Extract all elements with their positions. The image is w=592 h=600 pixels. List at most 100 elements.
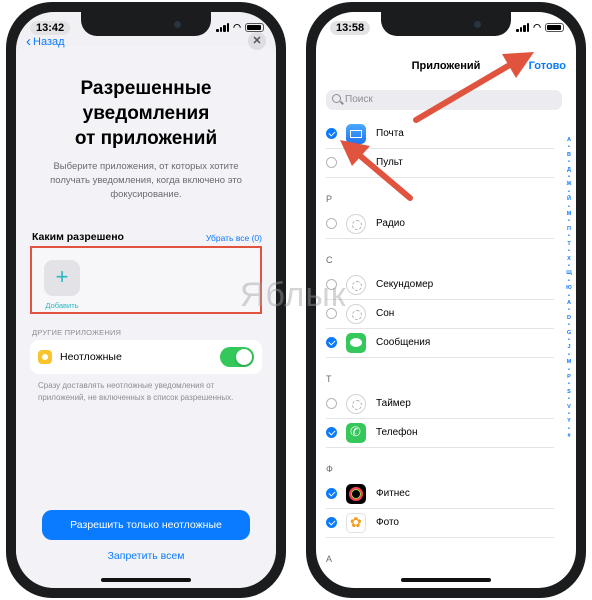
index-letter[interactable]: • <box>565 218 573 225</box>
index-letter[interactable]: Ж <box>565 181 573 188</box>
section-header-label: С <box>326 255 333 265</box>
section-header: Ф <box>326 448 576 480</box>
photos-icon <box>346 513 366 533</box>
index-letter[interactable]: • <box>565 411 573 418</box>
focus-settings-screen: 13:42 ◠ ‹ Назад ✕ Разрешенные уведомлени… <box>16 12 276 588</box>
index-letter[interactable]: Y <box>565 418 573 425</box>
app-row[interactable]: Сообщения <box>326 329 554 358</box>
select-checkbox[interactable] <box>326 337 337 348</box>
status-time: 13:42 <box>30 21 71 35</box>
index-letter[interactable]: П <box>565 226 573 233</box>
app-row[interactable]: Секундомер <box>326 271 554 300</box>
search-placeholder: Поиск <box>345 94 373 105</box>
index-letter[interactable]: B <box>565 152 573 159</box>
index-letter[interactable]: • <box>565 248 573 255</box>
index-letter[interactable]: • <box>565 367 573 374</box>
index-letter[interactable]: • <box>565 233 573 240</box>
fitness-icon <box>346 484 366 504</box>
battery-icon <box>245 23 264 32</box>
index-letter[interactable]: Т <box>565 241 573 248</box>
index-letter[interactable]: • <box>565 144 573 151</box>
home-indicator <box>101 578 191 582</box>
back-label: Назад <box>33 36 65 48</box>
index-letter[interactable]: V <box>565 404 573 411</box>
notch <box>381 12 511 36</box>
index-letter[interactable]: • <box>565 159 573 166</box>
title-line-3: от приложений <box>74 128 218 149</box>
app-name: Сон <box>376 308 395 319</box>
index-letter[interactable]: Д <box>565 167 573 174</box>
section-header: С <box>326 239 576 271</box>
select-checkbox[interactable] <box>326 128 337 139</box>
index-letter[interactable]: Ю <box>565 285 573 292</box>
toggle-knob <box>236 349 252 365</box>
index-letter[interactable]: Й <box>565 196 573 203</box>
index-letter[interactable]: • <box>565 337 573 344</box>
app-name: Таймер <box>376 398 411 409</box>
back-button[interactable]: ‹ Назад <box>26 34 65 49</box>
clear-all-link[interactable]: Убрать все (0) <box>206 233 262 243</box>
section-index[interactable]: A • B • Д • Ж • Й • М • П • Т • Х • Щ • Ю • A • D • G • J • M • P • S • V • Y •… <box>565 137 573 441</box>
watermark: Яблык <box>240 276 347 314</box>
app-name: Фото <box>376 517 399 528</box>
urgent-toggle[interactable] <box>220 347 254 367</box>
title-line-1: Разрешенные <box>80 78 212 99</box>
urgent-icon <box>38 350 52 364</box>
index-letter[interactable]: М <box>565 211 573 218</box>
index-letter[interactable]: A <box>565 300 573 307</box>
index-letter[interactable]: P <box>565 374 573 381</box>
index-letter[interactable]: • <box>565 426 573 433</box>
front-camera <box>174 21 181 28</box>
index-letter[interactable]: G <box>565 330 573 337</box>
notch <box>81 12 211 36</box>
select-checkbox[interactable] <box>326 398 337 409</box>
index-letter[interactable]: • <box>565 322 573 329</box>
phone-icon <box>346 423 366 443</box>
placeholder-gear-icon <box>346 304 366 324</box>
index-letter[interactable]: • <box>565 204 573 211</box>
app-row[interactable]: Таймер <box>326 390 554 419</box>
index-letter[interactable]: • <box>565 381 573 388</box>
select-checkbox[interactable] <box>326 218 337 229</box>
app-row[interactable]: Телефон <box>326 419 554 448</box>
index-letter[interactable]: D <box>565 315 573 322</box>
app-row[interactable]: Сон <box>326 300 554 329</box>
index-letter[interactable]: • <box>565 278 573 285</box>
index-letter[interactable]: • <box>565 307 573 314</box>
index-letter[interactable]: J <box>565 344 573 351</box>
select-checkbox[interactable] <box>326 488 337 499</box>
index-letter[interactable]: S <box>565 389 573 396</box>
allow-urgent-only-button[interactable]: Разрешить только неотложные <box>42 510 250 540</box>
index-letter[interactable]: • <box>565 352 573 359</box>
select-checkbox[interactable] <box>326 517 337 528</box>
index-letter[interactable]: • <box>565 263 573 270</box>
index-letter[interactable]: Х <box>565 256 573 263</box>
arrow-to-checkbox-annotation <box>340 140 413 201</box>
app-row[interactable]: Фото <box>326 509 554 538</box>
index-letter[interactable]: M <box>565 359 573 366</box>
signal-icon <box>216 23 230 32</box>
index-letter[interactable]: • <box>565 396 573 403</box>
select-checkbox[interactable] <box>326 427 337 438</box>
annotation-highlight-box <box>30 246 262 314</box>
index-letter[interactable]: • <box>565 174 573 181</box>
deny-all-button[interactable]: Запретить всем <box>16 550 276 562</box>
index-letter[interactable]: # <box>565 433 573 440</box>
select-checkbox[interactable] <box>326 157 337 168</box>
app-row[interactable]: Фитнес <box>326 480 554 509</box>
app-name: Сообщения <box>376 337 431 348</box>
battery-icon <box>545 23 564 32</box>
app-name: Фитнес <box>376 488 410 499</box>
close-button[interactable]: ✕ <box>248 32 266 50</box>
other-apps-header: ДРУГИЕ ПРИЛОЖЕНИЯ <box>32 328 122 337</box>
index-letter[interactable]: Щ <box>565 270 573 277</box>
search-icon <box>332 94 341 103</box>
index-letter[interactable]: A <box>565 137 573 144</box>
app-row[interactable]: Радио <box>326 210 554 239</box>
page-title: Разрешенные уведомления от приложений <box>16 76 276 151</box>
status-time: 13:58 <box>330 21 371 35</box>
allowed-apps-header: Каким разрешено <box>32 231 124 243</box>
app-name: Радио <box>376 218 405 229</box>
app-name: Телефон <box>376 427 418 438</box>
index-letter[interactable]: • <box>565 293 573 300</box>
